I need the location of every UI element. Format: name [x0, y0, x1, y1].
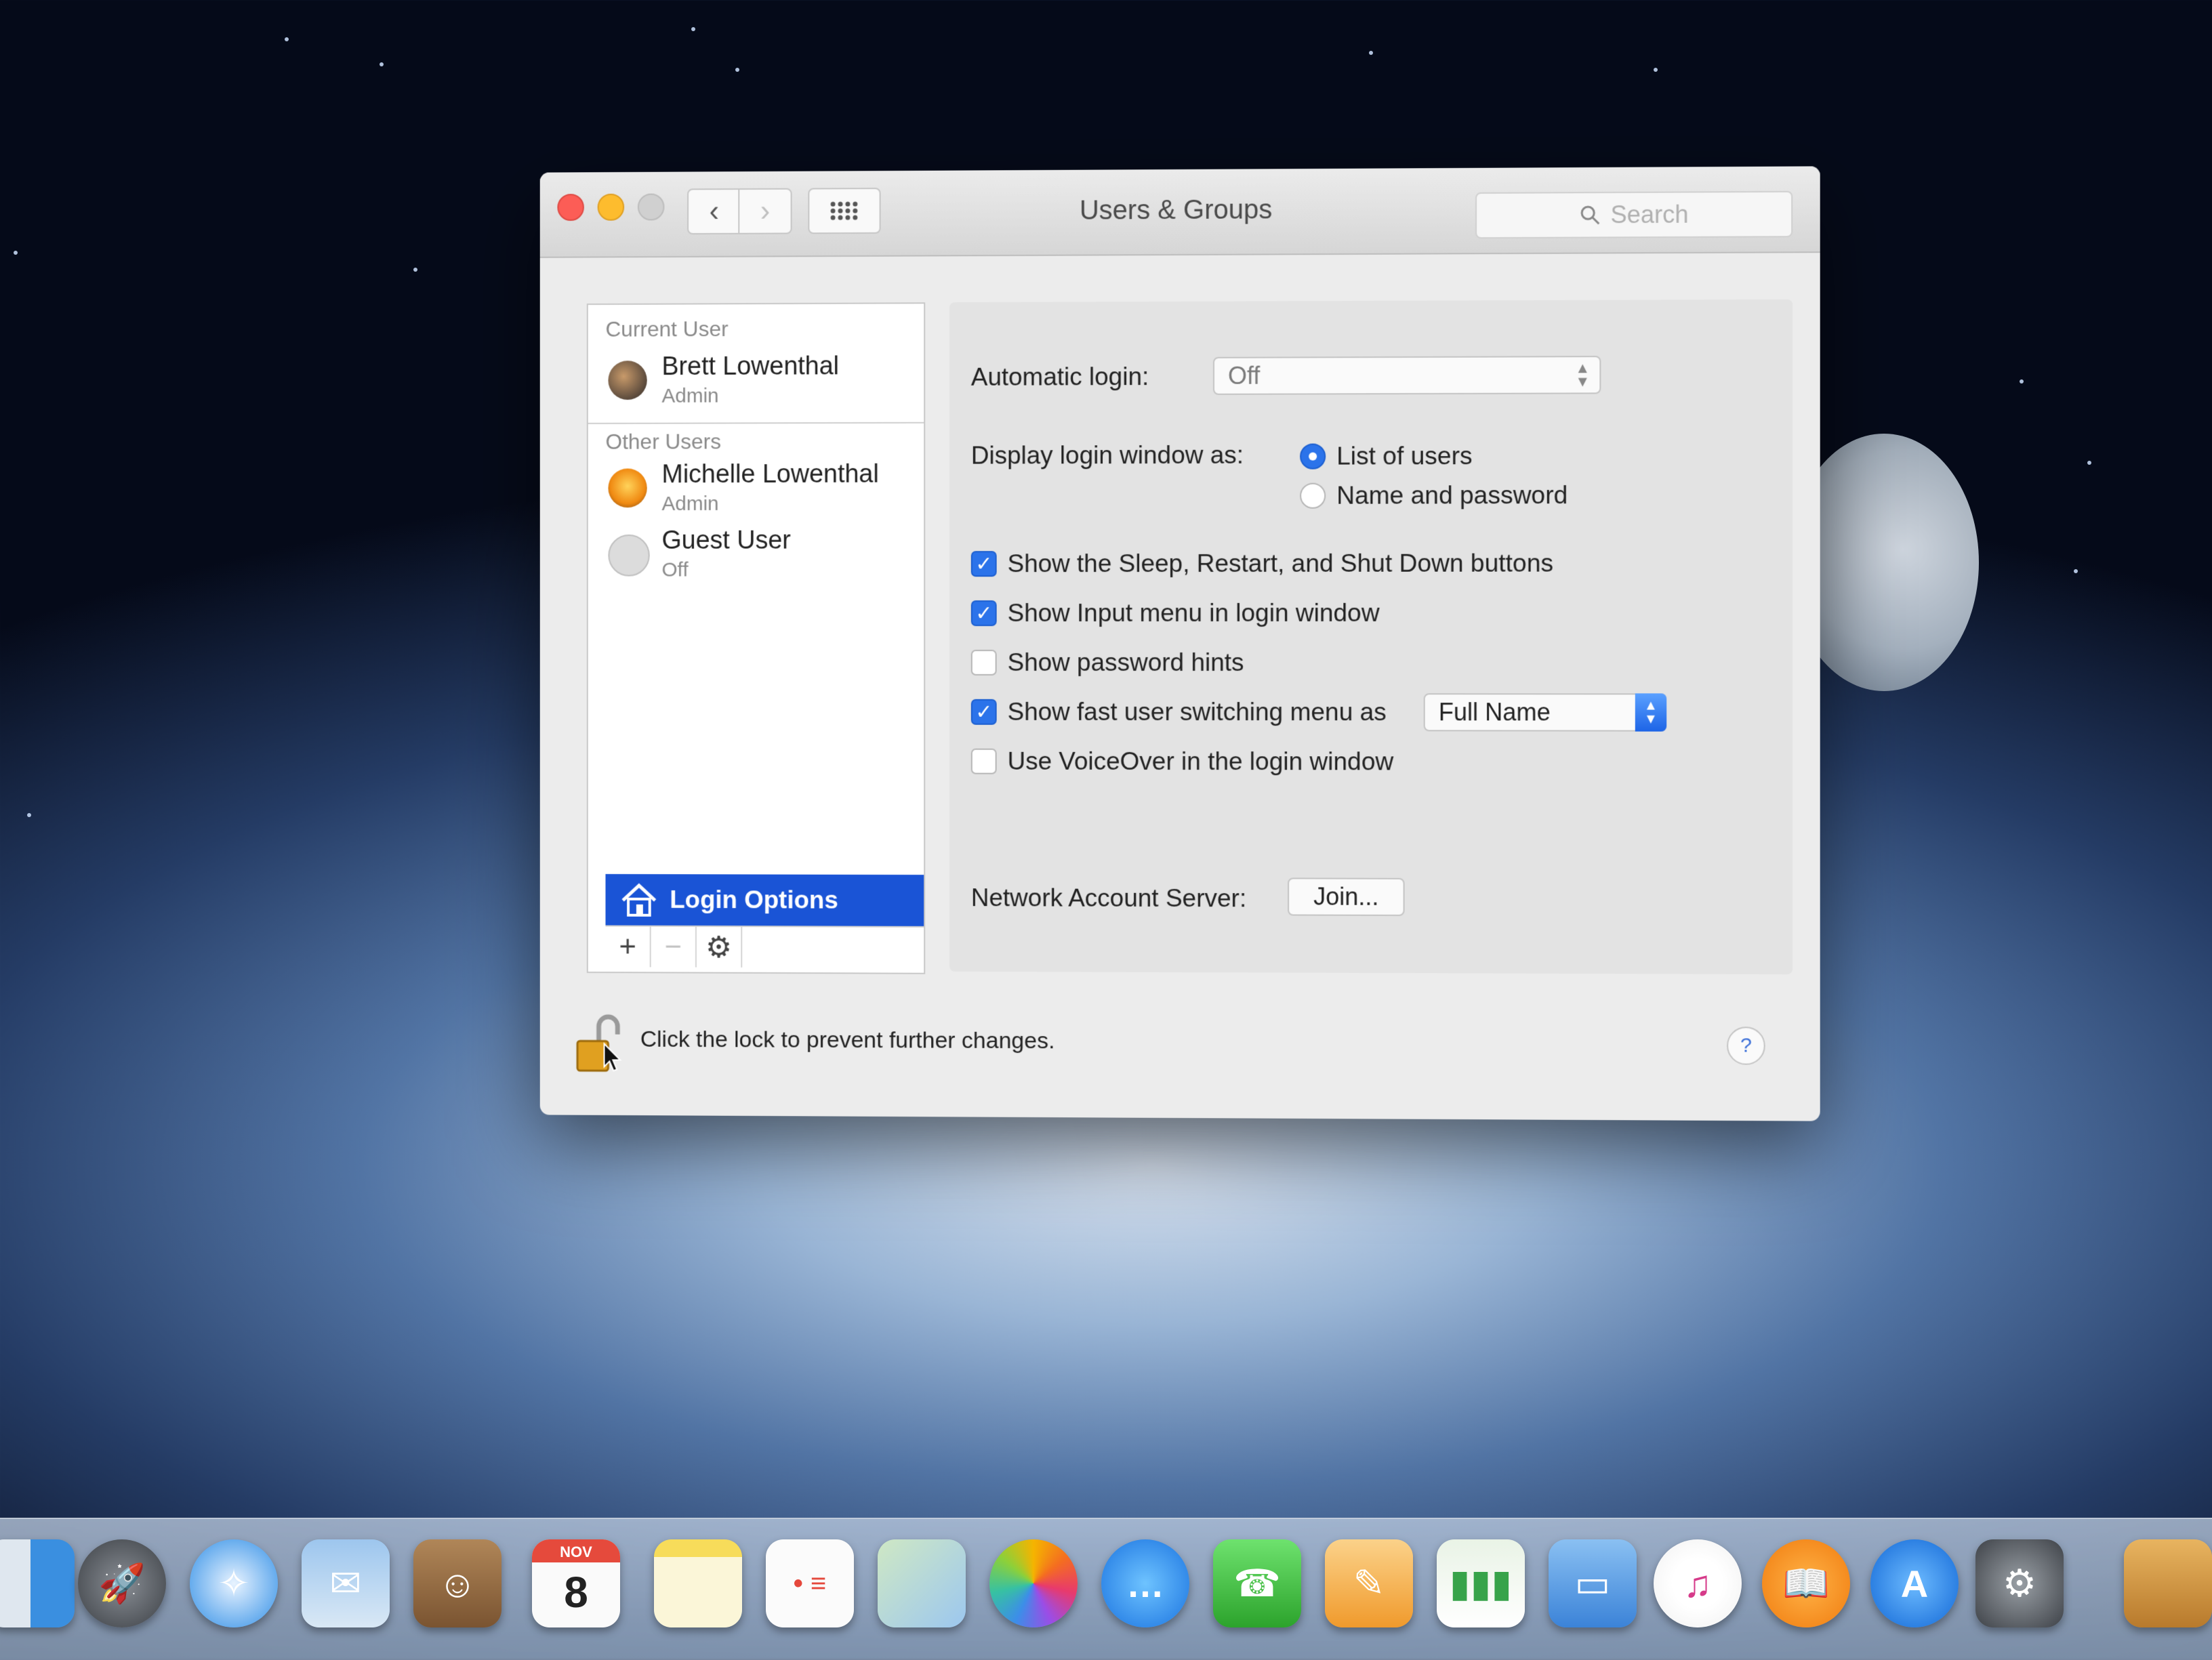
fast-switch-value: Full Name [1438, 698, 1551, 726]
calendar-day: 8 [564, 1568, 588, 1617]
chevron-updown-icon: ▲ ▼ [1575, 359, 1591, 390]
lock-message: Click the lock to prevent further change… [640, 1026, 1055, 1054]
keynote-icon[interactable]: ▭ [1549, 1539, 1637, 1627]
maps-icon[interactable] [878, 1539, 966, 1627]
checkbox-fast-user-switching[interactable]: ✓ [970, 699, 997, 725]
messages-icon[interactable]: … [1101, 1539, 1189, 1627]
user-name: Brett Lowenthal [661, 352, 840, 381]
radio-label: List of users [1336, 442, 1473, 470]
star [1654, 68, 1658, 72]
star [2087, 461, 2091, 465]
user-row-brett[interactable]: Brett Lowenthal Admin [608, 341, 924, 423]
search-placeholder: Search [1610, 200, 1689, 229]
fast-switch-popup[interactable]: Full Name ▲ ▼ [1423, 693, 1667, 732]
remove-user-button[interactable]: − [651, 926, 697, 968]
users-groups-window: ‹ › Users & Groups Search Current User B… [539, 166, 1820, 1121]
users-sidebar: Current User Brett Lowenthal Admin Other… [586, 302, 926, 974]
star [735, 68, 739, 72]
lock-button[interactable] [572, 1014, 626, 1075]
login-options-item[interactable]: Login Options [605, 873, 924, 926]
user-role: Admin [661, 493, 719, 516]
checkbox-label: Show Input menu in login window [1007, 598, 1380, 627]
checkbox-voiceover[interactable] [970, 748, 997, 774]
mail-icon[interactable]: ✉ [302, 1539, 390, 1627]
ibooks-icon[interactable]: 📖 [1762, 1539, 1850, 1627]
star [14, 251, 18, 255]
contacts-icon[interactable]: ☺ [413, 1539, 501, 1627]
radio-name-and-password[interactable] [1300, 482, 1326, 509]
calendar-icon[interactable]: NOV 8 [532, 1539, 620, 1627]
star [2074, 569, 2078, 573]
finder-icon[interactable] [0, 1539, 75, 1627]
automatic-login-value: Off [1227, 361, 1261, 390]
avatar [608, 468, 647, 508]
star [285, 37, 289, 41]
unlocked-padlock-icon [572, 1014, 626, 1075]
avatar [608, 360, 647, 400]
gear-icon[interactable]: ⚙ [696, 926, 743, 968]
safari-icon[interactable]: ✧ [190, 1539, 278, 1627]
network-server-label: Network Account Server: [970, 884, 1247, 913]
star [27, 813, 31, 817]
checkbox-sleep-restart[interactable]: ✓ [970, 551, 997, 577]
automatic-login-popup[interactable]: Off ▲ ▼ [1212, 356, 1601, 395]
pages-icon[interactable]: ✎ [1325, 1539, 1413, 1627]
add-user-button[interactable]: + [605, 926, 651, 968]
numbers-icon[interactable]: ▮▮▮ [1437, 1539, 1525, 1627]
radio-list-of-users[interactable] [1300, 443, 1326, 470]
user-role: Admin [661, 384, 719, 407]
display-login-label: Display login window as: [970, 440, 1244, 470]
checkbox-label: Use VoiceOver in the login window [1007, 747, 1394, 776]
star [413, 268, 417, 272]
calendar-month: NOV [560, 1543, 592, 1560]
archive-icon[interactable] [2124, 1539, 2212, 1627]
login-options-label: Login Options [670, 886, 838, 914]
star [1369, 51, 1373, 55]
checkbox-label: Show password hints [1007, 648, 1244, 677]
divider [588, 421, 924, 424]
guest-avatar-icon [608, 534, 650, 577]
current-user-header: Current User [605, 316, 729, 341]
checkbox-password-hints[interactable] [970, 649, 997, 676]
radio-label: Name and password [1336, 481, 1568, 510]
star [380, 62, 384, 66]
chevron-updown-icon: ▲ ▼ [1635, 693, 1667, 732]
sidebar-button-bar: + − ⚙ [605, 925, 924, 968]
notes-icon[interactable] [654, 1539, 742, 1627]
login-options-panel: Automatic login: Off ▲ ▼ Display login wi… [949, 299, 1793, 975]
automatic-login-label: Automatic login: [970, 362, 1149, 391]
title-bar: ‹ › Users & Groups Search [539, 166, 1820, 258]
reminders-icon[interactable]: • ≡ [766, 1539, 854, 1627]
photos-icon[interactable] [989, 1539, 1078, 1627]
user-name: Michelle Lowenthal [661, 459, 879, 489]
search-icon [1579, 204, 1601, 226]
launchpad-icon[interactable]: 🚀 [78, 1539, 166, 1627]
user-role: Off [661, 558, 689, 581]
itunes-icon[interactable]: ♫ [1654, 1539, 1742, 1627]
checkbox-input-menu[interactable]: ✓ [970, 600, 997, 627]
user-name: Guest User [661, 526, 791, 555]
facetime-icon[interactable]: ☎ [1213, 1539, 1301, 1627]
join-button[interactable]: Join... [1288, 877, 1405, 916]
dock: 🚀 ✧ ✉ ☺ NOV 8 • ≡ … ☎ ✎ ▮▮▮ ▭ ♫ 📖 A ⚙ [0, 1518, 2212, 1660]
help-button[interactable]: ? [1727, 1026, 1765, 1065]
user-row-guest[interactable]: Guest User Off [608, 515, 924, 596]
star [691, 27, 695, 31]
system-preferences-icon[interactable]: ⚙ [1975, 1539, 2064, 1627]
app-store-icon[interactable]: A [1870, 1539, 1959, 1627]
house-icon [620, 883, 657, 917]
checkbox-label: Show fast user switching menu as [1007, 697, 1387, 726]
checkbox-label: Show the Sleep, Restart, and Shut Down b… [1007, 549, 1554, 578]
star [2020, 379, 2024, 383]
search-field[interactable]: Search [1475, 190, 1793, 239]
